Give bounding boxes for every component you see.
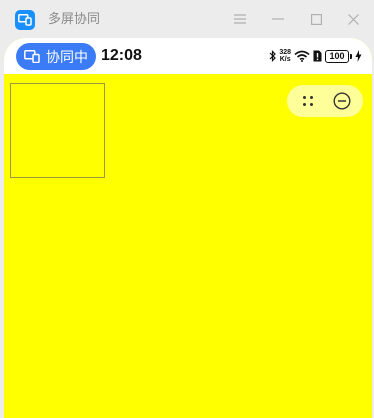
exit-collab-icon[interactable]	[333, 92, 351, 110]
collab-status-label: 协同中	[46, 49, 88, 66]
network-speed-unit: K/s	[279, 56, 291, 63]
floating-control-pill	[287, 85, 363, 117]
close-button[interactable]	[343, 9, 363, 29]
window-title: 多屏协同	[48, 12, 101, 27]
close-icon	[347, 13, 359, 25]
maximize-icon	[310, 13, 322, 25]
battery-level: 100	[325, 49, 349, 63]
network-speed: 328 K/s	[279, 49, 291, 63]
status-icons: 328 K/s 100	[269, 48, 362, 64]
wifi-icon	[294, 50, 310, 62]
charging-icon	[355, 50, 362, 62]
status-clock: 12:08	[101, 47, 142, 64]
collab-devices-icon	[24, 50, 40, 63]
battery-tip	[350, 53, 352, 59]
collab-status-pill[interactable]: 协同中	[16, 43, 96, 70]
drag-handle-icon[interactable]	[301, 94, 315, 108]
menu-icon	[234, 14, 246, 24]
phone-status-bar: 协同中 12:08 328 K/s 100	[4, 38, 372, 74]
minimize-icon	[272, 18, 284, 20]
window-titlebar: 多屏协同	[0, 0, 374, 38]
multi-screen-app-icon	[15, 10, 35, 30]
minimize-button[interactable]	[268, 9, 288, 29]
battery-indicator: 100	[325, 49, 352, 63]
bluetooth-icon	[269, 50, 277, 62]
sim-alert-icon	[313, 50, 322, 62]
network-speed-value: 328	[279, 49, 291, 56]
phone-screen[interactable]: 协同中 12:08 328 K/s 100	[4, 38, 372, 418]
menu-button[interactable]	[230, 9, 250, 29]
app-content-square	[10, 83, 105, 178]
maximize-button[interactable]	[306, 9, 326, 29]
